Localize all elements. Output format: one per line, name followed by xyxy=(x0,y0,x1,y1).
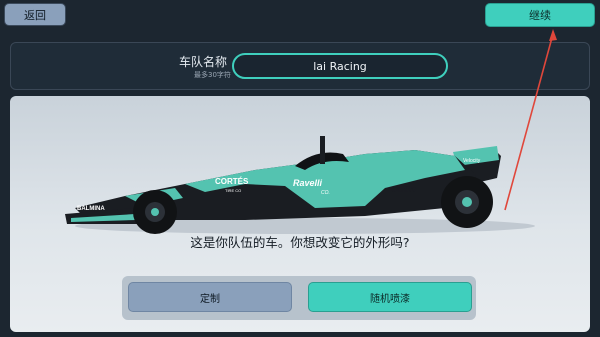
customize-button[interactable]: 定制 xyxy=(128,282,292,312)
sponsor-ravelli: Ravelli xyxy=(293,178,323,188)
sponsor-co: CO. xyxy=(321,190,330,196)
back-button[interactable]: 返回 xyxy=(4,3,66,26)
customize-question: 这是你队伍的车。你想改变它的外形吗? xyxy=(190,235,410,250)
sponsor-chiffre: Chiffre xyxy=(391,185,417,194)
continue-button[interactable]: 继续 xyxy=(485,3,595,27)
team-name-input[interactable]: lai Racing xyxy=(232,53,448,79)
team-name-panel: 车队名称 最多30字符 lai Racing xyxy=(10,42,590,90)
sponsor-balmina: BALMINA xyxy=(77,206,105,212)
sponsor-cortes: CORTÉS xyxy=(215,177,249,186)
car-preview-stage: CORTÉS TIRE CO Ravelli CO. Chiffre BALMI… xyxy=(10,96,590,332)
action-button-tray: 定制 随机喷漆 xyxy=(122,276,476,320)
sponsor-velocity: Velocity xyxy=(463,158,481,164)
sponsor-tire-co: TIRE CO xyxy=(225,188,241,193)
team-name-hint: 最多30字符 xyxy=(194,71,231,79)
random-paint-button[interactable]: 随机喷漆 xyxy=(308,282,472,312)
race-car-image: CORTÉS TIRE CO Ravelli CO. Chiffre BALMI… xyxy=(65,136,535,234)
team-name-label: 车队名称 xyxy=(179,55,228,69)
top-bar: 返回 继续 xyxy=(0,0,600,30)
